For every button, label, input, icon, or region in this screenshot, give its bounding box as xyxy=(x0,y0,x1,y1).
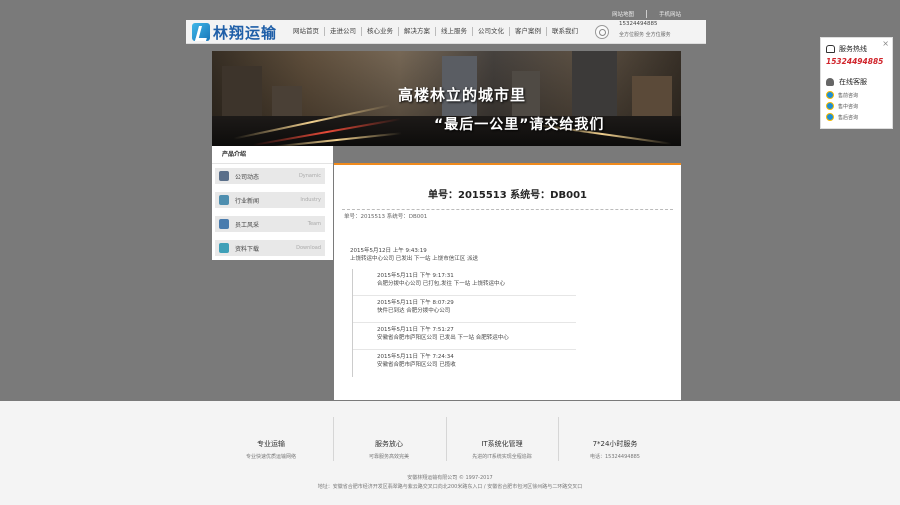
feature-desc: 先进的IT系统实现全程追踪 xyxy=(472,454,532,460)
nav-contact[interactable]: 联系我们 xyxy=(547,27,583,36)
banner-headline: 高楼林立的城市里 xyxy=(398,86,527,104)
feature-title: 7*24小时服务 xyxy=(592,440,638,448)
close-icon[interactable]: × xyxy=(882,39,889,48)
tracking-time: 2015年5月11日 下午 7:51:27 xyxy=(377,327,454,333)
qq-agent-aftersale[interactable]: 售后咨询 xyxy=(826,113,858,121)
footer-feature: IT系统化管理 先进的IT系统实现全程追踪 xyxy=(447,439,557,460)
feature-title: 专业运输 xyxy=(257,440,285,448)
site-footer: 专业运输 专业快速优质运输网络 服务放心 可靠服务高效完美 IT系统化管理 先进… xyxy=(0,401,900,505)
sidebar-item-en: Team xyxy=(307,221,321,227)
search-icon[interactable] xyxy=(595,25,609,39)
footer-copyright: 安徽林翔运输有限公司 © 1997-2017 xyxy=(407,475,493,481)
nav-home[interactable]: 网站首页 xyxy=(288,27,325,36)
hotline-header: 服务热线 xyxy=(826,44,867,54)
hero-banner: 高楼林立的城市里 “最后一公里”请交给我们 xyxy=(212,51,681,146)
qq-agent-presale[interactable]: 售前咨询 xyxy=(826,91,858,99)
title-divider xyxy=(342,209,673,210)
tracking-item: 2015年5月11日 下午 7:24:34 安徽省合肥市庐阳区公司 已揽收 xyxy=(353,350,576,377)
qq-icon xyxy=(826,91,834,99)
mobile-site-link[interactable]: 手机网站 xyxy=(659,10,681,18)
footer-feature: 服务放心 可靠服务高效完美 xyxy=(334,439,444,460)
sidebar-item-en: Download xyxy=(296,245,321,251)
tracking-item: 2015年5月11日 下午 9:17:31 合肥分拨中心公司 已打包,发往 下一… xyxy=(353,269,576,296)
sidebar-item-label: 资料下载 xyxy=(235,246,260,253)
online-service-label: 在线客服 xyxy=(839,78,867,86)
qq-agent-label: 售中咨询 xyxy=(838,103,859,110)
feature-title: 服务放心 xyxy=(375,440,403,448)
online-service-header: 在线客服 xyxy=(826,77,867,87)
tracking-desc: 合肥分拨中心公司 已打包,发往 下一站 上饶转运中心 xyxy=(377,281,505,287)
order-meta: 单号：2015513 系统号：DB001 xyxy=(344,214,428,220)
tracking-time: 2015年5月11日 下午 7:24:34 xyxy=(377,354,454,360)
feature-title: IT系统化管理 xyxy=(481,440,523,448)
sidebar-item-label: 行业新闻 xyxy=(235,198,260,205)
nav-online-service[interactable]: 线上服务 xyxy=(436,27,473,36)
tracking-desc: 安徽省合肥市庐阳区公司 已发出 下一站 合肥转运中心 xyxy=(377,335,509,341)
tracking-item: 2015年5月11日 下午 8:07:29 快件已到达 合肥分拨中心公司 xyxy=(353,296,576,323)
tracking-time: 2015年5月11日 下午 9:17:31 xyxy=(377,273,454,279)
qq-agent-label: 售后咨询 xyxy=(838,114,859,121)
feature-desc: 电话：15324494885 xyxy=(590,454,640,460)
nav-business[interactable]: 核心业务 xyxy=(362,27,399,36)
tracking-desc: 上饶转运中心公司 已发出 下一站 上饶市信江区 派送 xyxy=(350,256,478,262)
top-links: 网站地图 手机网站 xyxy=(612,10,681,18)
sidebar-title: 产品介绍 xyxy=(212,146,333,164)
service-float-panel: × 服务热线 15324494885 在线客服 售前咨询 售中咨询 售后咨询 xyxy=(820,37,893,129)
tracking-desc: 安徽省合肥市庐阳区公司 已揽收 xyxy=(377,362,456,368)
footer-feature: 专业运输 专业快速优质运输网络 xyxy=(216,439,326,460)
qq-icon xyxy=(826,102,834,110)
tracking-list: 2015年5月11日 下午 9:17:31 合肥分拨中心公司 已打包,发往 下一… xyxy=(352,269,576,377)
footer-feature: 7*24小时服务 电话：15324494885 xyxy=(560,439,670,460)
person-icon xyxy=(826,78,834,86)
sidebar-item-team[interactable]: 员工风采 Team xyxy=(215,216,325,232)
sidebar-item-label: 员工风采 xyxy=(235,222,260,229)
banner-tagline: “最后一公里”请交给我们 xyxy=(434,117,605,133)
qq-icon xyxy=(826,113,834,121)
tracking-latest: 2015年5月12日 上午 9:43:19 上饶转运中心公司 已发出 下一站 上… xyxy=(350,247,478,263)
tracking-time: 2015年5月11日 下午 8:07:29 xyxy=(377,300,454,306)
tracking-desc: 快件已到达 合肥分拨中心公司 xyxy=(377,308,451,314)
order-title: 单号：2015513 系统号：DB001 xyxy=(428,190,587,201)
qq-agent-label: 售前咨询 xyxy=(838,92,859,99)
feature-desc: 专业快速优质运输网络 xyxy=(245,454,296,460)
footer-address: 地址：安徽省合肥市经济开发区翡翠路与紫云路交叉口向北200米路东入口 / 安徽省… xyxy=(317,484,583,490)
footer-divider xyxy=(558,417,559,461)
news-icon xyxy=(219,171,229,181)
product-sidebar: 产品介绍 公司动态 Dynamic 行业新闻 Industry 员工风采 Tea… xyxy=(212,146,333,260)
header-phone: 15324494885 xyxy=(619,21,658,27)
sitemap-link[interactable]: 网站地图 xyxy=(612,10,634,18)
top-divider xyxy=(646,10,648,18)
nav-solutions[interactable]: 解决方案 xyxy=(399,27,436,36)
nav-cases[interactable]: 客户案例 xyxy=(510,27,547,36)
qq-agent-insale[interactable]: 售中咨询 xyxy=(826,102,858,110)
feather-icon xyxy=(219,243,229,253)
header-subtext: 全方位服务 全方位服务 xyxy=(619,32,671,38)
book-icon xyxy=(219,195,229,205)
nav-about[interactable]: 走进公司 xyxy=(325,27,362,36)
hotline-label: 服务热线 xyxy=(839,45,867,53)
sidebar-item-dynamic[interactable]: 公司动态 Dynamic xyxy=(215,168,325,184)
sidebar-item-en: Dynamic xyxy=(298,173,321,179)
sidebar-item-download[interactable]: 资料下载 Download xyxy=(215,240,325,256)
hotline-number[interactable]: 15324494885 xyxy=(826,57,883,66)
nav-culture[interactable]: 公司文化 xyxy=(473,27,510,36)
feature-desc: 可靠服务高效完美 xyxy=(368,454,409,460)
logo-text: 林翔运输 xyxy=(213,23,278,42)
tracking-item: 2015年5月11日 下午 7:51:27 安徽省合肥市庐阳区公司 已发出 下一… xyxy=(353,323,576,350)
sidebar-item-en: Industry xyxy=(300,197,321,203)
tracking-time: 2015年5月12日 上午 9:43:19 xyxy=(350,248,427,254)
logo[interactable]: 林翔运输 xyxy=(192,22,277,42)
sidebar-item-industry[interactable]: 行业新闻 Industry xyxy=(215,192,325,208)
tracking-panel: 单号：2015513 系统号：DB001 单号：2015513 系统号：DB00… xyxy=(334,163,681,400)
building-icon xyxy=(219,219,229,229)
phone-icon xyxy=(826,45,835,53)
sidebar-item-label: 公司动态 xyxy=(235,174,260,181)
logo-icon xyxy=(192,23,210,41)
main-nav: 网站首页 走进公司 核心业务 解决方案 线上服务 公司文化 客户案例 联系我们 xyxy=(288,27,583,36)
